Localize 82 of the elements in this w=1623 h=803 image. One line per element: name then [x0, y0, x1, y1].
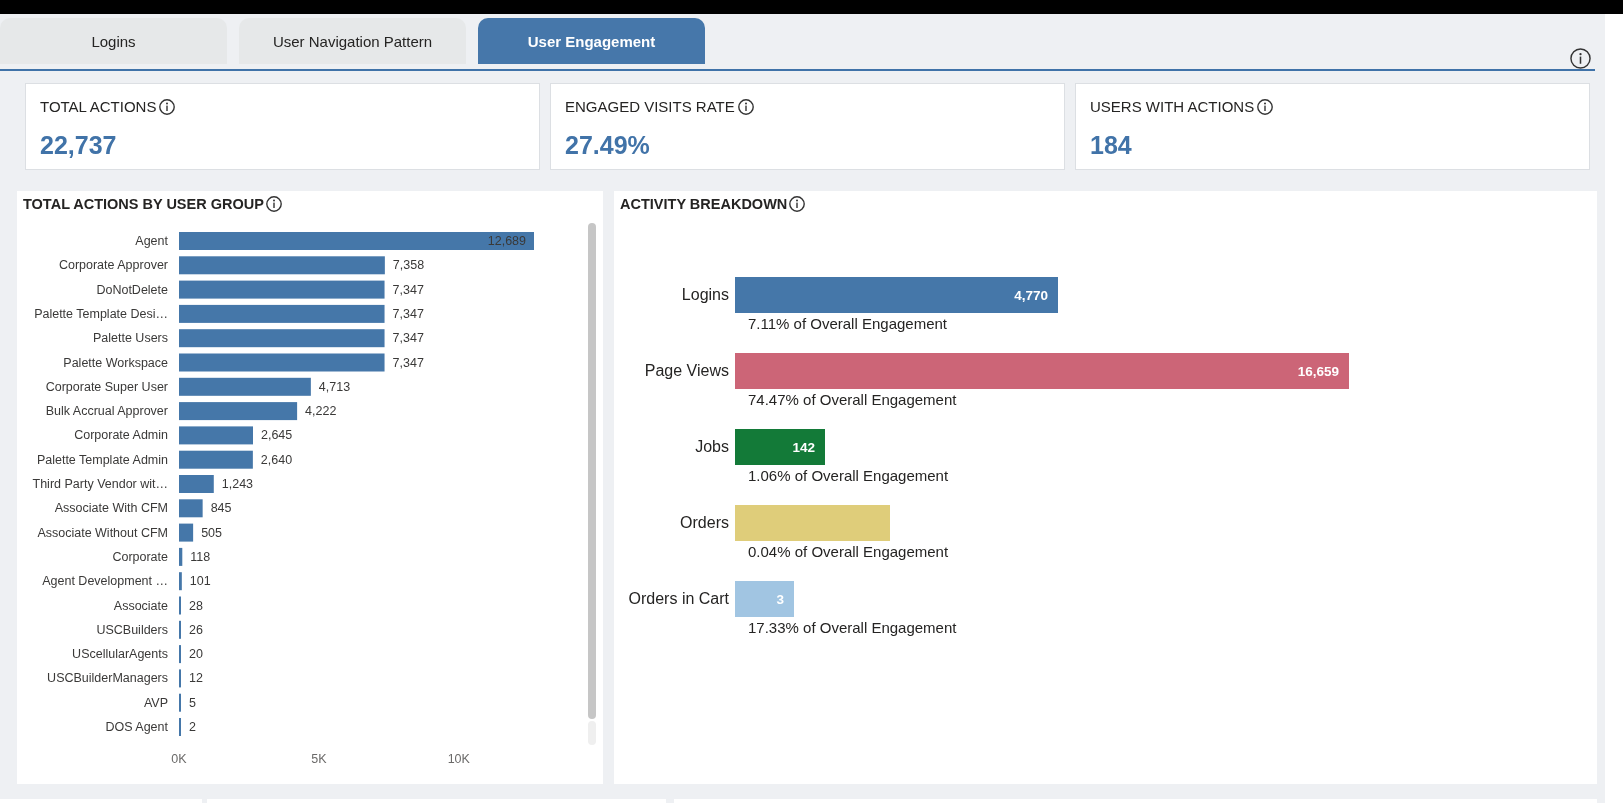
kpi-title: ENGAGED VISITS RATE	[565, 97, 735, 117]
value-label: 4,222	[305, 404, 337, 419]
engagement-caption: 74.47% of Overall Engagement	[748, 390, 957, 410]
value-label: 2,645	[261, 428, 293, 443]
info-icon[interactable]	[737, 99, 754, 115]
bar-value-label: 4,770	[1014, 287, 1048, 303]
info-icon[interactable]	[159, 99, 176, 115]
value-label: 4,713	[318, 379, 351, 394]
category-label: Corporate Super User	[45, 379, 168, 394]
info-icon[interactable]	[265, 196, 282, 212]
activity-label: Orders	[680, 513, 729, 533]
value-label: 26	[189, 622, 203, 637]
value-label: 20	[189, 647, 203, 662]
category-label: DoNotDelete	[96, 282, 168, 297]
category-label: Palette Template Desi…	[34, 306, 168, 321]
category-label: Associate With CFM	[54, 501, 168, 516]
value-label: 845	[210, 501, 232, 516]
value-label: 7,358	[392, 258, 425, 273]
category-label: Associate Without CFM	[37, 525, 168, 540]
bar	[179, 475, 214, 493]
kpi-value: 184	[1090, 130, 1132, 160]
scrollbar-thumb[interactable]	[588, 223, 596, 719]
value-label: 505	[201, 525, 222, 540]
value-label: 12,689	[487, 234, 526, 248]
value-label: 7,347	[392, 282, 424, 297]
kpi-title: USERS WITH ACTIONS	[1090, 97, 1255, 117]
activity-label: Orders in Cart	[628, 589, 729, 609]
bar-value-label: 3	[776, 591, 784, 607]
category-label: Palette Users	[92, 331, 168, 346]
bar-value-label: 142	[792, 439, 815, 455]
engagement-caption: 1.06% of Overall Engagement	[748, 466, 949, 486]
kpi-value: 27.49%	[565, 130, 650, 160]
bar	[179, 499, 203, 518]
value-label: 28	[189, 598, 203, 613]
kpi-value: 22,737	[40, 130, 117, 160]
value-label: 2,640	[260, 452, 293, 467]
category-label: Corporate Admin	[74, 428, 168, 443]
category-label: Agent	[135, 234, 168, 248]
value-label: 7,347	[392, 331, 424, 346]
category-label: Third Party Vendor wit…	[32, 477, 168, 491]
info-icon[interactable]	[789, 196, 806, 212]
category-label: Associate	[113, 598, 168, 613]
activity-label: Page Views	[644, 361, 729, 381]
bar	[179, 547, 183, 566]
tab[interactable]: User Navigation Pattern	[239, 18, 466, 64]
info-icon[interactable]	[1257, 99, 1274, 115]
category-label: Corporate Approver	[58, 258, 168, 273]
category-label: Bulk Accrual Approver	[45, 404, 168, 419]
chart-title: ACTIVITY BREAKDOWN	[620, 195, 788, 213]
value-label: 2	[189, 720, 196, 734]
category-label: DOS Agent	[105, 720, 168, 734]
kpi-title: TOTAL ACTIONS	[40, 97, 157, 117]
category-label: USCBuilders	[96, 622, 168, 637]
value-label: 7,347	[392, 306, 424, 321]
bar	[179, 523, 194, 542]
category-label: Palette Workspace	[63, 355, 168, 370]
value-label: 12	[189, 671, 203, 686]
category-label: Corporate	[112, 549, 168, 564]
info-icon[interactable]	[1570, 48, 1591, 69]
tab[interactable]: User Engagement	[478, 18, 705, 64]
axis-tick-label: 0K	[171, 752, 187, 766]
bar	[179, 572, 182, 591]
activity-label: Jobs	[695, 437, 729, 457]
value-label: 118	[190, 549, 211, 564]
value-label: 101	[189, 574, 211, 589]
category-label: Agent Development …	[42, 574, 168, 589]
engagement-caption: 17.33% of Overall Engagement	[748, 618, 957, 638]
value-label: 7,347	[392, 355, 424, 370]
category-label: Palette Template Admin	[36, 452, 168, 467]
axis-tick-label: 10K	[447, 752, 470, 766]
activity-label: Logins	[681, 285, 729, 305]
value-label: 1,243	[221, 477, 254, 491]
engagement-caption: 7.11% of Overall Engagement	[748, 314, 947, 334]
tab[interactable]: Logins	[0, 18, 227, 64]
value-label: 5	[189, 695, 196, 710]
axis-tick-label: 5K	[311, 752, 327, 766]
bar-value-label: 16,659	[1297, 363, 1339, 379]
category-label: UScellularAgents	[72, 647, 168, 662]
category-label: AVP	[143, 695, 168, 710]
category-label: USCBuilderManagers	[47, 671, 168, 686]
chart-title: TOTAL ACTIONS BY USER GROUP	[23, 195, 264, 213]
engagement-caption: 0.04% of Overall Engagement	[748, 542, 949, 562]
